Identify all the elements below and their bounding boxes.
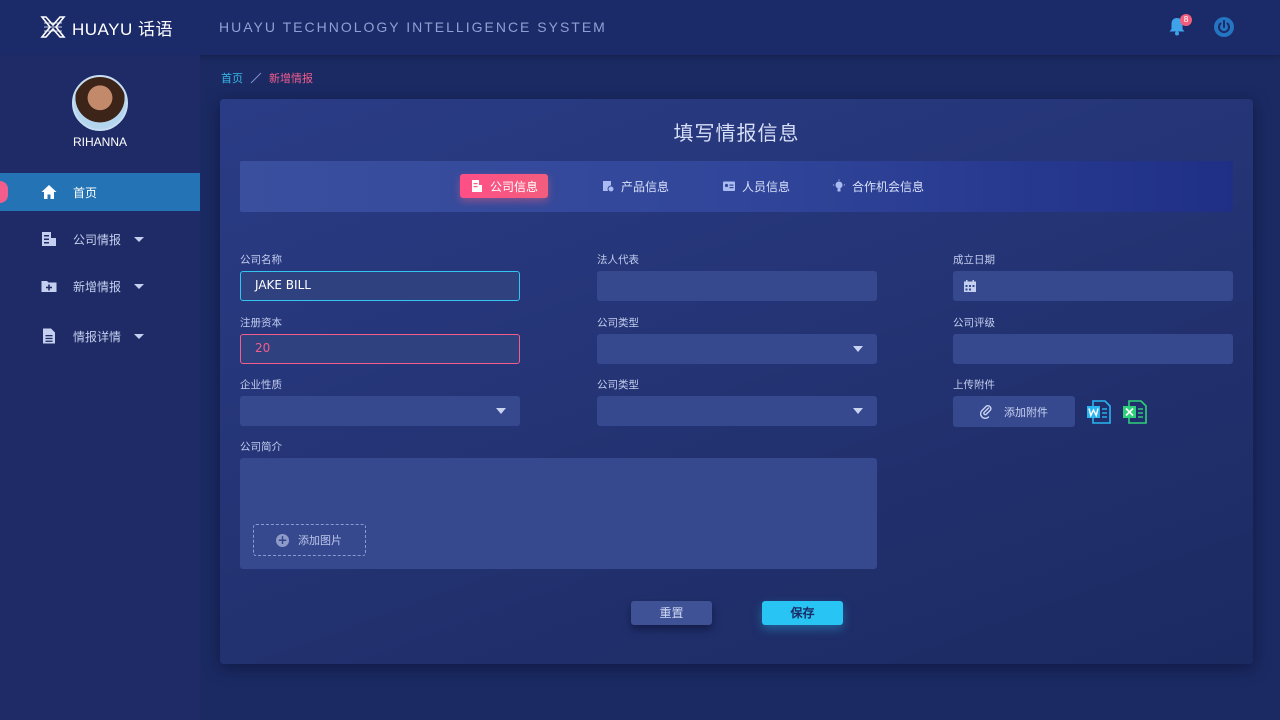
dropdown-arrow-icon — [496, 408, 506, 414]
plus-circle-icon: + — [276, 533, 289, 547]
tab-label: 人员信息 — [742, 179, 791, 194]
dropdown-arrow-icon — [853, 408, 863, 414]
paperclip-icon — [979, 405, 992, 419]
company-rating-input[interactable] — [953, 334, 1233, 364]
company-rating-label: 公司评级 — [953, 317, 995, 329]
word-file-icon[interactable] — [1086, 399, 1112, 425]
folder-plus-icon — [41, 281, 57, 292]
avatar[interactable] — [72, 75, 128, 131]
founded-date-input[interactable] — [953, 271, 1233, 301]
enterprise-nature-label: 企业性质 — [240, 379, 282, 391]
company-type-select[interactable] — [597, 334, 877, 364]
building-doc-icon — [42, 232, 56, 246]
logo-mark-icon — [40, 16, 66, 38]
document-icon — [43, 328, 55, 344]
dropdown-arrow-icon — [853, 346, 863, 352]
caret-down-icon — [134, 334, 144, 339]
tab-cooperation-info[interactable]: 合作机会信息 — [822, 174, 934, 198]
company-name-label: 公司名称 — [240, 254, 282, 266]
sidebar-item-intel-detail[interactable]: 情报详情 — [0, 317, 200, 355]
add-attachment-button[interactable]: 添加附件 — [953, 396, 1075, 427]
app-logo[interactable]: HUAYU 话语 — [40, 14, 173, 40]
calendar-icon — [964, 280, 976, 292]
save-button[interactable]: 保存 — [762, 601, 843, 625]
tab-product-info[interactable]: 产品信息 — [591, 174, 679, 198]
company-type-label: 公司类型 — [597, 317, 639, 329]
founded-date-label: 成立日期 — [953, 254, 995, 266]
sidebar-item-label: 新增情报 — [73, 279, 122, 294]
description-label: 公司简介 — [240, 441, 282, 453]
breadcrumb: 首页 新增情报 — [221, 70, 313, 86]
add-image-button[interactable]: + 添加图片 — [253, 524, 366, 556]
sidebar: RIHANNA 首页 公司情报 新增情报 情报详情 — [0, 55, 200, 720]
description-textarea[interactable]: + 添加图片 — [240, 458, 877, 569]
tab-label: 产品信息 — [621, 179, 670, 194]
tab-label: 合作机会信息 — [852, 179, 925, 194]
lightbulb-icon — [833, 179, 845, 192]
company-type-2-label: 公司类型 — [597, 379, 639, 391]
power-icon[interactable] — [1213, 16, 1235, 38]
reset-button[interactable]: 重置 — [631, 601, 712, 625]
company-type-2-select[interactable] — [597, 396, 877, 426]
attachment-label: 上传附件 — [953, 379, 995, 391]
sidebar-item-company-intel[interactable]: 公司情报 — [0, 220, 200, 258]
sidebar-item-home[interactable]: 首页 — [0, 173, 200, 211]
caret-down-icon — [134, 237, 144, 242]
tab-label: 公司信息 — [490, 179, 539, 194]
sidebar-item-label: 情报详情 — [73, 329, 122, 344]
username: RIHANNA — [72, 135, 127, 149]
breadcrumb-home[interactable]: 首页 — [221, 70, 243, 86]
company-doc-icon — [472, 180, 482, 192]
registered-capital-label: 注册资本 — [240, 317, 282, 329]
registered-capital-input[interactable]: 20 — [240, 334, 520, 364]
product-icon — [603, 181, 615, 193]
sidebar-item-label: 公司情报 — [73, 232, 122, 247]
sidebar-item-label: 首页 — [73, 185, 98, 200]
caret-down-icon — [134, 284, 144, 289]
breadcrumb-current: 新增情报 — [269, 72, 313, 85]
page-title: 填写情报信息 — [673, 121, 800, 145]
legal-rep-label: 法人代表 — [597, 254, 639, 266]
active-indicator — [0, 181, 8, 203]
breadcrumb-separator-icon — [250, 72, 262, 84]
system-title: HUAYU TECHNOLOGY INTELLIGENCE SYSTEM — [219, 19, 607, 35]
logo-text: HUAYU 话语 — [72, 19, 173, 39]
excel-file-icon[interactable] — [1122, 399, 1148, 425]
add-image-label: 添加图片 — [298, 534, 342, 547]
add-attachment-label: 添加附件 — [1004, 405, 1048, 419]
legal-rep-input[interactable] — [597, 271, 877, 301]
tab-company-info[interactable]: 公司信息 — [460, 174, 549, 198]
company-name-input[interactable]: JAKE BILL — [240, 271, 520, 301]
home-icon — [41, 185, 57, 199]
tab-personnel-info[interactable]: 人员信息 — [712, 174, 800, 198]
sidebar-item-new-intel[interactable]: 新增情报 — [0, 267, 200, 305]
id-card-icon — [723, 181, 735, 191]
tab-bar: 公司信息 产品信息 人员信息 合作机会信息 — [240, 161, 1233, 212]
top-bar: HUAYU 话语 HUAYU TECHNOLOGY INTELLIGENCE S… — [0, 0, 1280, 55]
form-panel: 填写情报信息 公司信息 产品信息 人员信息 合作机会信息 公司名称 JAKE B… — [220, 99, 1253, 664]
notification-badge: 8 — [1180, 14, 1192, 26]
enterprise-nature-select[interactable] — [240, 396, 520, 426]
